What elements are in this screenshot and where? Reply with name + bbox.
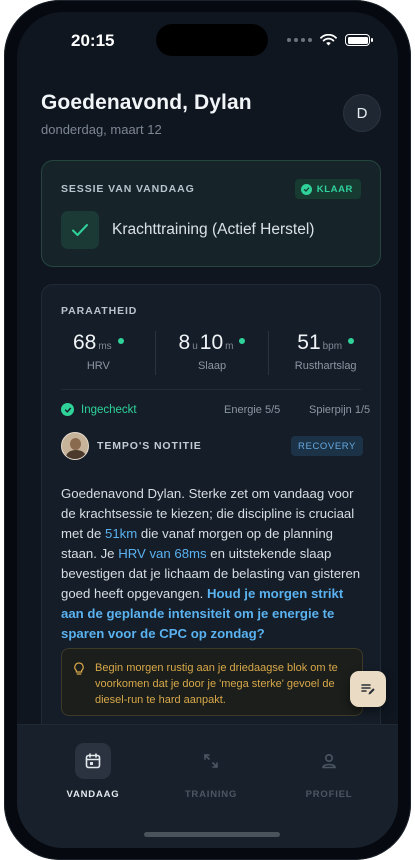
bottom-nav: VANDAAG TRAINING PROFIEL bbox=[17, 724, 398, 848]
status-badge-label: KLAAR bbox=[316, 183, 353, 195]
coach-note-header: TEMPO'S NOTITIE RECOVERY bbox=[61, 432, 363, 460]
status-icons bbox=[287, 34, 373, 46]
status-dot-icon bbox=[117, 338, 124, 344]
hrv-label: HRV bbox=[86, 360, 110, 372]
check-circle-icon bbox=[300, 183, 312, 195]
phone-frame: 20:15 Goedenavond, Dylan donderdag, maar… bbox=[4, 0, 411, 860]
cellular-signal-icon bbox=[287, 38, 312, 42]
resting-hr-value: 51 bbox=[297, 331, 321, 354]
check-circle-icon bbox=[61, 403, 74, 416]
coach-note-label: TEMPO'S NOTITIE bbox=[97, 440, 202, 452]
tab-label: PROFIEL bbox=[305, 789, 353, 800]
calendar-icon bbox=[75, 743, 111, 779]
page-title: Goedenavond, Dylan bbox=[41, 91, 252, 114]
session-check-icon bbox=[61, 211, 99, 249]
resting-hr-unit: bpm bbox=[322, 341, 343, 352]
hrv-value: 68 bbox=[72, 331, 97, 354]
readiness-card: PARAATHEID 68 ms HRV 8 u 10 m Slaap 51 b… bbox=[41, 284, 382, 758]
hrv-unit: ms bbox=[98, 341, 112, 352]
metric-resting-hr: 51 bpm Rusthartslag bbox=[268, 331, 382, 375]
sleep-minutes-unit: m bbox=[225, 341, 234, 352]
readiness-metrics: 68 ms HRV 8 u 10 m Slaap 51 bpm Rusthart… bbox=[42, 331, 382, 375]
energy-score: Energie 5/5 bbox=[224, 404, 281, 416]
coach-note-text: Goedenavond Dylan. Sterke zet om vandaag… bbox=[61, 484, 365, 644]
wifi-icon bbox=[320, 34, 337, 46]
recovery-tag: RECOVERY bbox=[291, 436, 363, 456]
edit-note-icon bbox=[361, 684, 375, 695]
dynamic-island bbox=[156, 24, 268, 56]
sleep-label: Slaap bbox=[197, 360, 227, 372]
note-highlight: 51km bbox=[104, 526, 138, 541]
tab-vandaag[interactable]: VANDAAG bbox=[43, 743, 143, 800]
checked-in-status: Ingecheckt bbox=[61, 403, 137, 416]
status-dot-icon bbox=[239, 338, 246, 344]
arrows-icon bbox=[193, 743, 229, 779]
battery-icon bbox=[345, 34, 373, 46]
checked-in-label: Ingecheckt bbox=[81, 403, 137, 416]
app-screen: 20:15 Goedenavond, Dylan donderdag, maar… bbox=[17, 12, 398, 848]
date-subtitle: donderdag, maart 12 bbox=[41, 122, 162, 137]
readiness-title: PARAATHEID bbox=[61, 305, 138, 317]
metric-hrv: 68 ms HRV bbox=[42, 331, 155, 375]
sleep-hours: 8 bbox=[178, 331, 191, 354]
sleep-minutes: 10 bbox=[199, 331, 224, 354]
resting-hr-label: Rusthartslag bbox=[294, 360, 357, 372]
status-badge: KLAAR bbox=[294, 179, 361, 199]
sleep-hours-unit: u bbox=[192, 341, 198, 352]
tab-label: TRAINING bbox=[184, 789, 238, 800]
tab-profiel[interactable]: PROFIEL bbox=[279, 743, 379, 800]
profile-avatar-button[interactable]: D bbox=[343, 94, 381, 132]
session-title: SESSIE VAN VANDAAG bbox=[61, 183, 195, 195]
note-highlight: HRV van 68ms bbox=[118, 546, 207, 561]
edit-note-button[interactable] bbox=[350, 671, 386, 707]
status-time: 20:15 bbox=[71, 31, 115, 50]
session-card[interactable]: SESSIE VAN VANDAAG KLAAR Krachttraining … bbox=[41, 160, 381, 267]
lightbulb-icon bbox=[74, 662, 84, 675]
metric-sleep: 8 u 10 m Slaap bbox=[154, 331, 269, 375]
status-dot-icon bbox=[348, 338, 355, 344]
session-name: Krachttraining (Actief Herstel) bbox=[112, 221, 315, 238]
home-indicator[interactable] bbox=[144, 832, 280, 837]
tip-box: Begin morgen rustig aan je driedaagse bl… bbox=[61, 648, 363, 716]
user-icon bbox=[311, 743, 347, 779]
tab-label: VANDAAG bbox=[66, 789, 120, 800]
tab-training[interactable]: TRAINING bbox=[161, 743, 261, 800]
divider bbox=[61, 389, 361, 390]
soreness-score: Spierpijn 1/5 bbox=[309, 404, 371, 416]
coach-avatar bbox=[61, 432, 89, 460]
tip-text: Begin morgen rustig aan je driedaagse bl… bbox=[95, 662, 338, 706]
